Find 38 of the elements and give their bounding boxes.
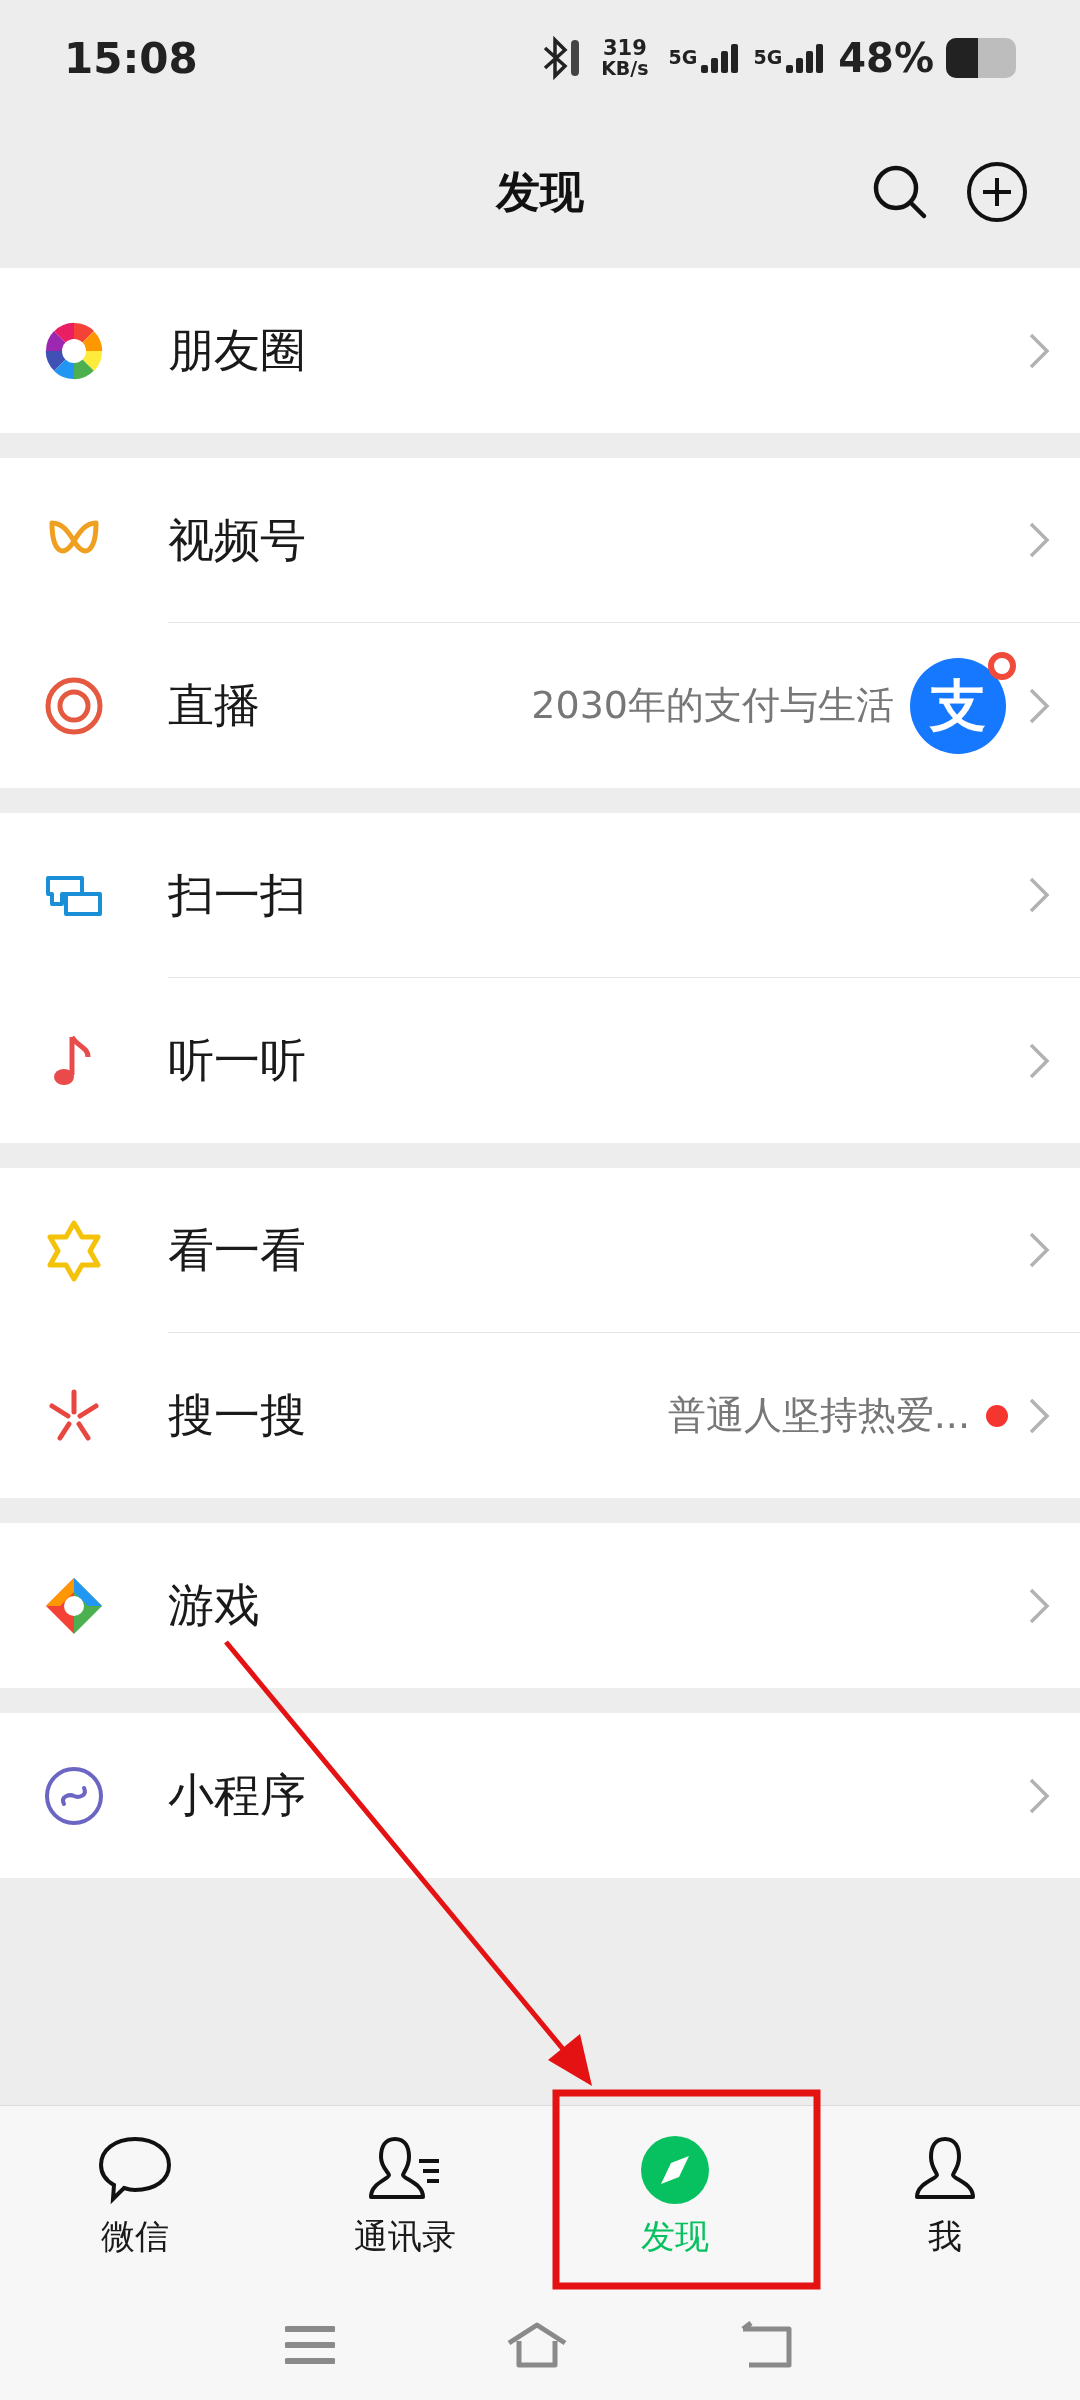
menu-label: 听一听	[168, 1032, 306, 1089]
bluetooth-icon	[541, 36, 582, 80]
menu-label: 看一看	[168, 1221, 306, 1279]
menu-label: 直播	[168, 677, 260, 734]
network-type: 5G	[668, 45, 698, 70]
chevron-right-icon	[1028, 1231, 1050, 1269]
chevron-right-icon	[1028, 686, 1050, 725]
menu-subtitle: 2030年的支付与生活	[531, 682, 894, 729]
network-speed: 319	[602, 38, 647, 59]
chevron-right-icon	[1028, 876, 1050, 914]
menu-label: 小程序	[168, 1767, 306, 1824]
page-title: 发现	[496, 165, 584, 219]
home-icon[interactable]	[505, 2321, 569, 2369]
status-time: 15:08	[64, 32, 198, 85]
avatar: 支	[910, 657, 1006, 754]
network-type: 5G	[753, 45, 783, 70]
chevron-right-icon	[1028, 1396, 1050, 1435]
menu-label: 搜一搜	[168, 1387, 306, 1444]
chevron-right-icon	[1028, 521, 1050, 559]
menu-label: 视频号	[168, 511, 306, 569]
chevron-right-icon	[1028, 1586, 1050, 1625]
add-button[interactable]	[966, 161, 1028, 223]
speed-unit: KB/s	[601, 59, 649, 78]
chevron-right-icon	[1028, 331, 1050, 370]
chevron-right-icon	[1028, 1041, 1050, 1080]
tab[interactable]: 我	[810, 2106, 1080, 2290]
tab[interactable]: 通讯录	[270, 2106, 540, 2290]
menu-icon[interactable]	[285, 2325, 335, 2365]
back-icon[interactable]	[739, 2321, 795, 2369]
menu-label: 游戏	[168, 1577, 260, 1634]
battery-icon	[946, 38, 1016, 78]
battery-percent: 48%	[838, 34, 934, 83]
menu-label: 朋友圈	[168, 322, 306, 379]
menu-label: 扫一扫	[168, 866, 306, 924]
menu-subtitle: 普通人坚持热爱...	[667, 1392, 970, 1439]
chevron-right-icon	[1028, 1776, 1050, 1815]
chat-bubble-icon	[97, 2134, 173, 2205]
tab[interactable]: 微信	[0, 2106, 270, 2290]
